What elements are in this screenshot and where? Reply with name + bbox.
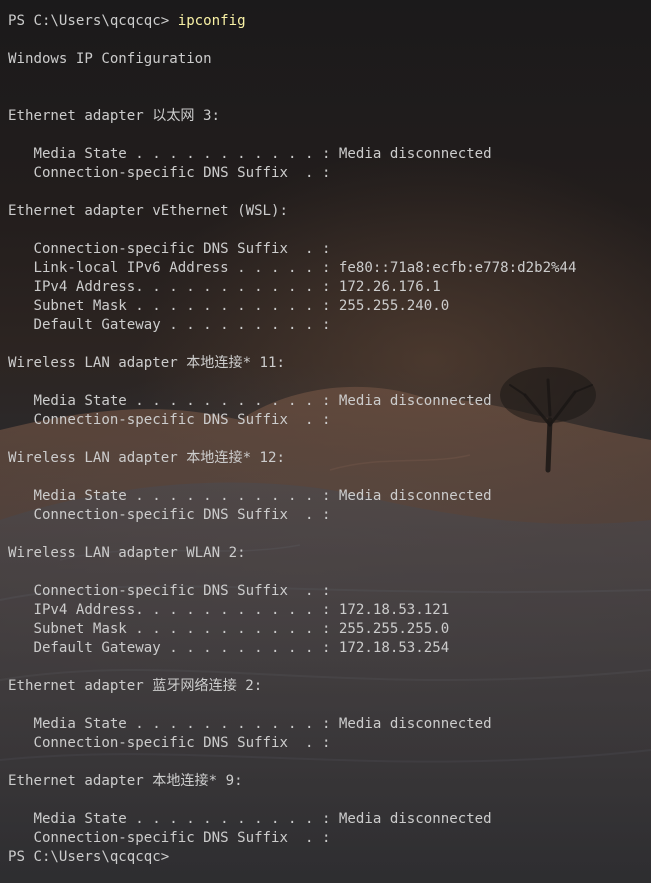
adapter-heading: Ethernet adapter 蓝牙网络连接 2: — [8, 678, 263, 694]
output-row: Media State . . . . . . . . . . . : Medi… — [8, 811, 492, 827]
terminal-window[interactable]: PS C:\Users\qcqcqc> ipconfig Windows IP … — [0, 0, 651, 883]
output-row: IPv4 Address. . . . . . . . . . . : 172.… — [8, 602, 450, 618]
output-row: Connection-specific DNS Suffix . : — [8, 165, 331, 181]
output-row: Subnet Mask . . . . . . . . . . . : 255.… — [8, 621, 450, 637]
output-row: IPv4 Address. . . . . . . . . . . : 172.… — [8, 279, 441, 295]
output-row: Link-local IPv6 Address . . . . . : fe80… — [8, 260, 577, 276]
adapter-heading: Wireless LAN adapter WLAN 2: — [8, 545, 246, 561]
output-row: Connection-specific DNS Suffix . : — [8, 830, 331, 846]
prompt-text: PS C:\Users\qcqcqc> — [8, 13, 178, 29]
final-prompt-text: PS C:\Users\qcqcqc> — [8, 849, 170, 865]
prompt-line: PS C:\Users\qcqcqc> ipconfig — [8, 12, 577, 31]
output-row: Media State . . . . . . . . . . . : Medi… — [8, 393, 492, 409]
output-row: Default Gateway . . . . . . . . . : 172.… — [8, 640, 450, 656]
output-row: Connection-specific DNS Suffix . : — [8, 583, 331, 599]
command-text: ipconfig — [177, 13, 246, 29]
terminal-output: PS C:\Users\qcqcqc> ipconfig Windows IP … — [8, 12, 577, 867]
final-prompt[interactable]: PS C:\Users\qcqcqc> — [8, 848, 577, 867]
output-row: Default Gateway . . . . . . . . . : — [8, 317, 331, 333]
adapter-heading: Ethernet adapter 本地连接* 9: — [8, 773, 243, 789]
adapter-heading: Ethernet adapter vEthernet (WSL): — [8, 203, 289, 219]
adapter-heading: Ethernet adapter 以太网 3: — [8, 108, 220, 124]
output-title: Windows IP Configuration — [8, 51, 212, 67]
output-row: Subnet Mask . . . . . . . . . . . : 255.… — [8, 298, 450, 314]
output-row: Connection-specific DNS Suffix . : — [8, 412, 331, 428]
output-row: Connection-specific DNS Suffix . : — [8, 735, 331, 751]
output-row: Media State . . . . . . . . . . . : Medi… — [8, 716, 492, 732]
output-row: Media State . . . . . . . . . . . : Medi… — [8, 146, 492, 162]
adapter-heading: Wireless LAN adapter 本地连接* 12: — [8, 450, 285, 466]
output-row: Connection-specific DNS Suffix . : — [8, 241, 331, 257]
output-row: Media State . . . . . . . . . . . : Medi… — [8, 488, 492, 504]
output-row: Connection-specific DNS Suffix . : — [8, 507, 331, 523]
adapter-heading: Wireless LAN adapter 本地连接* 11: — [8, 355, 285, 371]
